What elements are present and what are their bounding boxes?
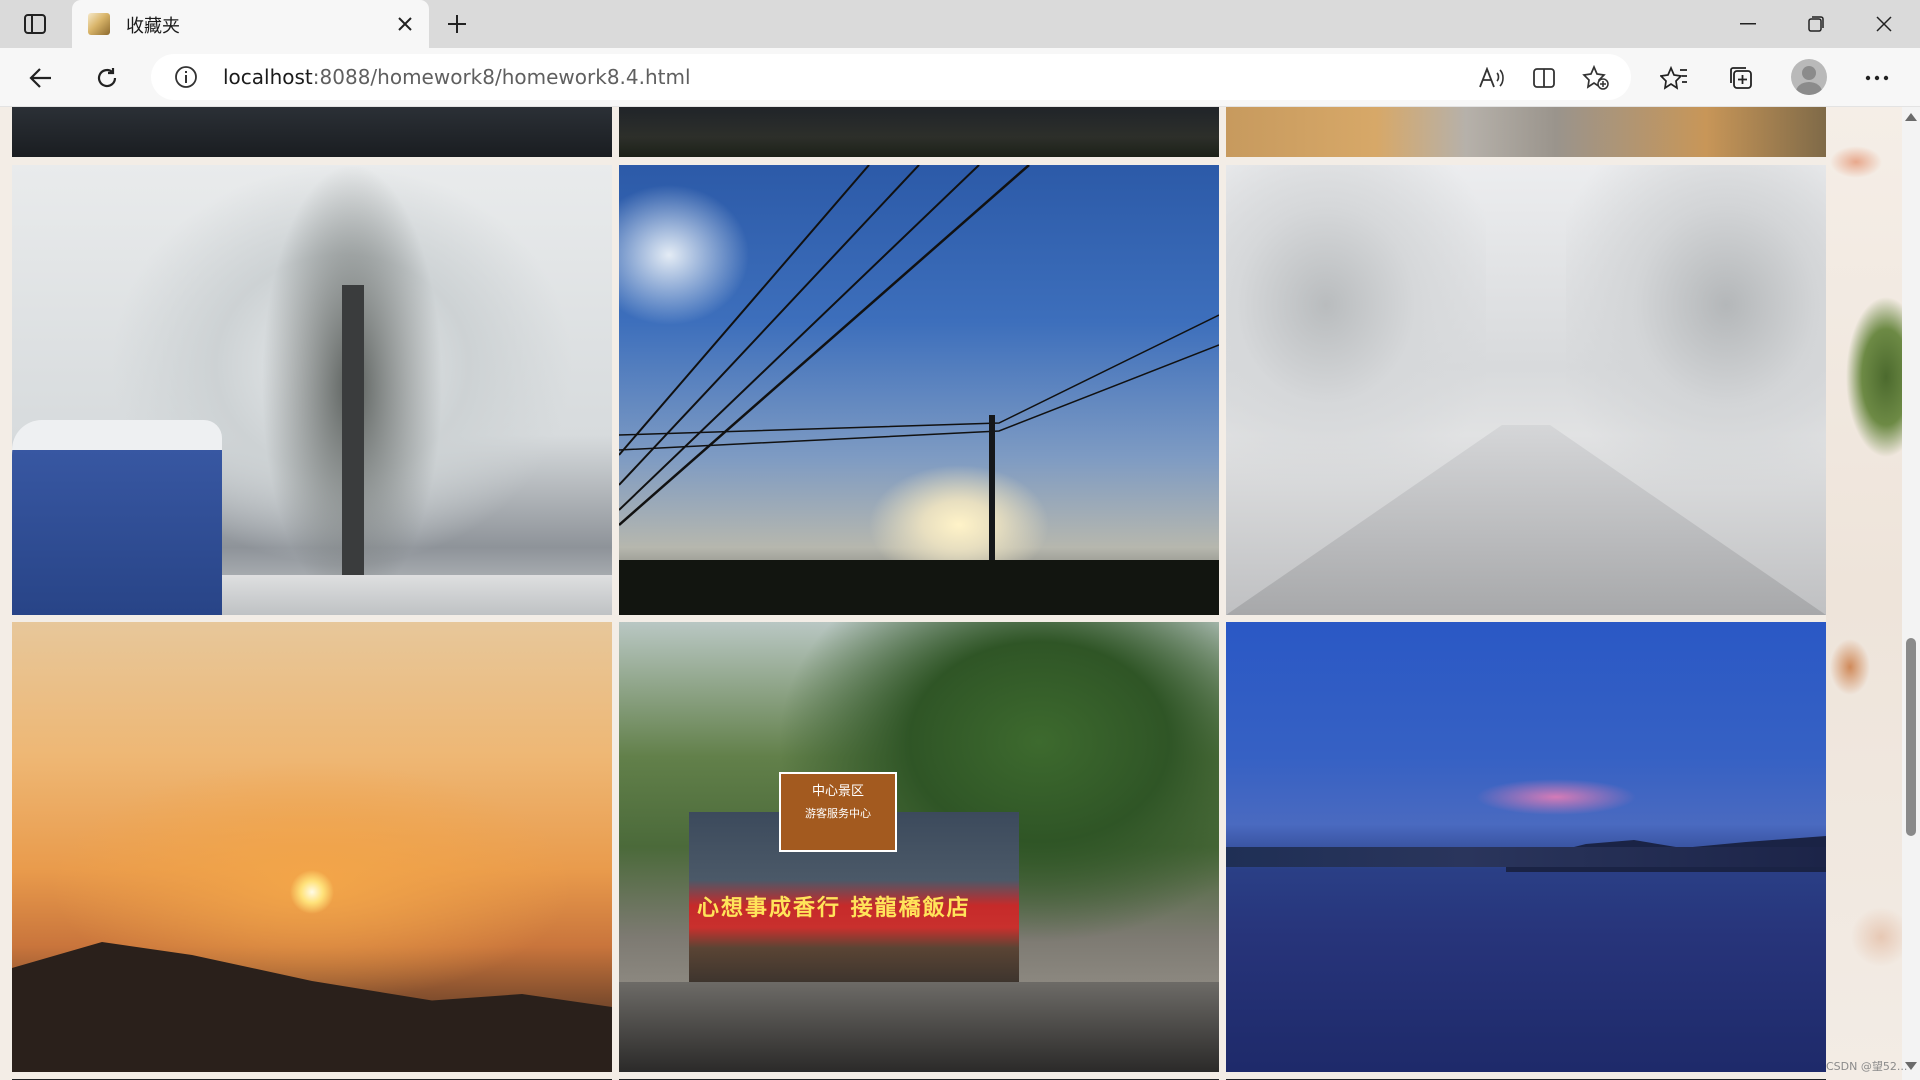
restore-icon	[1808, 16, 1824, 32]
photo-orange-sunset-hills[interactable]	[12, 622, 612, 1072]
photo-street-shops-crowd[interactable]: 中心景区 游客服务中心 心想事成香行 接龍橋飯店	[619, 622, 1219, 1072]
plus-icon	[448, 15, 466, 33]
minimize-button[interactable]	[1716, 0, 1780, 48]
more-icon	[1865, 75, 1889, 81]
page-viewport: 中心景区 游客服务中心 心想事成香行 接龍橋飯店	[0, 107, 1920, 1080]
far-shore	[1226, 847, 1826, 867]
tree-silhouette	[619, 560, 1219, 615]
bus-snow-roof	[12, 420, 222, 450]
more-button[interactable]	[1858, 59, 1896, 97]
photo-night-town[interactable]	[619, 107, 1219, 157]
photo-building-sunset-sky[interactable]	[1226, 107, 1826, 157]
refresh-button[interactable]	[88, 59, 126, 97]
blue-bus	[12, 425, 222, 615]
close-window-icon	[1876, 16, 1892, 32]
photo-city-buildings-dusk[interactable]	[12, 107, 612, 157]
favorites-button[interactable]	[1655, 59, 1693, 97]
scroll-thumb[interactable]	[1906, 638, 1916, 836]
tree-trunk	[342, 285, 364, 615]
snowy-trees-right	[1566, 165, 1826, 485]
sign-title: 中心景区	[811, 784, 864, 799]
sign-subtitle: 游客服务中心	[805, 807, 871, 820]
close-window-button[interactable]	[1852, 0, 1916, 48]
add-favorite-icon[interactable]	[1580, 62, 1612, 94]
collections-icon	[1730, 67, 1752, 89]
url-path: :8088/homework8/homework8.4.html	[312, 65, 691, 89]
favorites-icon	[1660, 66, 1687, 90]
tab-actions-menu-icon[interactable]	[14, 9, 56, 39]
url-text[interactable]: localhost:8088/homework8/homework8.4.htm…	[223, 65, 691, 89]
refresh-icon	[97, 68, 117, 88]
read-aloud-icon[interactable]	[1475, 62, 1507, 94]
snowy-trees-left	[1226, 165, 1486, 485]
tab-strip: 收藏夹	[0, 0, 1920, 48]
url-host: localhost	[223, 65, 313, 89]
back-button[interactable]	[22, 59, 60, 97]
watermark-text: CSDN @望52...	[1826, 1060, 1908, 1073]
profile-avatar-icon[interactable]	[1791, 59, 1827, 95]
browser-toolbar: localhost:8088/homework8/homework8.4.htm…	[0, 48, 1920, 107]
split-screen-icon[interactable]	[1528, 62, 1560, 94]
info-icon[interactable]	[171, 62, 201, 92]
photo-blue-sky-power-lines[interactable]	[619, 165, 1219, 615]
photo-snow-covered-tree[interactable]	[12, 165, 612, 615]
scenic-area-sign: 中心景区 游客服务中心	[779, 772, 897, 852]
floral-background	[1826, 107, 1902, 1080]
tab-title: 收藏夹	[126, 16, 180, 37]
restore-button[interactable]	[1784, 0, 1848, 48]
close-icon[interactable]	[393, 12, 417, 36]
crowd	[619, 982, 1219, 1072]
address-bar[interactable]: localhost:8088/homework8/homework8.4.htm…	[151, 54, 1631, 100]
back-arrow-icon	[29, 68, 51, 88]
photo-snowy-tree-lined-road[interactable]	[1226, 165, 1826, 615]
new-tab-button[interactable]	[440, 9, 474, 39]
favicon-icon	[88, 13, 110, 35]
hill-silhouette	[12, 942, 612, 1072]
collections-button[interactable]	[1722, 59, 1760, 97]
photo-river-evening-blue[interactable]	[1226, 622, 1826, 1072]
vertical-scrollbar[interactable]	[1902, 107, 1920, 1080]
power-lines	[619, 165, 1219, 526]
minimize-icon	[1740, 23, 1756, 25]
browser-tab[interactable]: 收藏夹	[72, 0, 429, 48]
shop-banner: 心想事成香行 接龍橋飯店	[697, 896, 971, 921]
scroll-up-arrow-icon[interactable]	[1905, 113, 1917, 121]
